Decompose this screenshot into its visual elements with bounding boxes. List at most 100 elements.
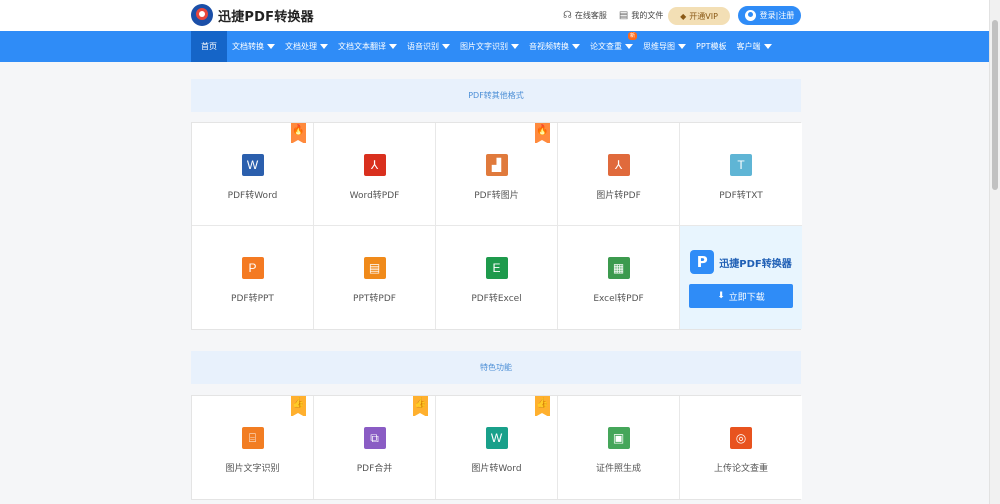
thumbs-up-icon: 👍: [535, 396, 550, 417]
nav-item-label: PPT模板: [696, 42, 727, 51]
app-logo-icon: P: [690, 250, 715, 274]
download-label: 立即下载: [728, 292, 765, 303]
nav-item-label: 音视频转换: [529, 42, 569, 51]
tool-tile-label: 图片文字识别: [225, 464, 280, 474]
download-button[interactable]: ⬇ 立即下载: [689, 284, 793, 308]
tool-tile[interactable]: ▦ Excel转PDF: [558, 226, 680, 329]
caret-down-icon: [267, 44, 275, 49]
tool-tile-label: PDF转图片: [474, 191, 519, 201]
nav-item-label: 论文查重: [590, 42, 622, 51]
tool-tile[interactable]: ⌸ 图片文字识别 👍: [192, 396, 314, 499]
tool-tile-label: 上传论文查重: [713, 464, 768, 474]
pdf-file-icon: ⅄: [363, 154, 386, 176]
nav-item-5[interactable]: 图片文字识别: [455, 31, 524, 62]
top-header: 迅捷PDF转换器 ☊ 在线客服 ▤ 我的文件 ◆ 开通VIP 登录|注册: [0, 0, 990, 31]
download-icon: ⬇: [717, 291, 725, 301]
tool-tile[interactable]: W PDF转Word 🔥: [192, 123, 314, 226]
online-service-label: 在线客服: [574, 11, 607, 20]
merge-icon: ⧉: [363, 427, 386, 449]
promo-logo-text: 迅捷PDF转换器: [719, 258, 792, 270]
excel-file-icon: E: [485, 257, 508, 279]
id-photo-icon: ▣: [607, 427, 630, 449]
tool-tile-label: PDF转Excel: [471, 294, 522, 304]
user-avatar-icon: [744, 10, 756, 21]
caret-down-icon: [625, 44, 633, 49]
nav-item-label: 思维导图: [643, 42, 675, 51]
nav-item-label: 文档处理: [285, 42, 317, 51]
ocr-icon: ⌸: [241, 427, 264, 449]
nav-item-1[interactable]: 文档转换: [227, 31, 280, 62]
nav-item-label: 首页: [201, 42, 217, 51]
diamond-icon: ◆: [680, 11, 687, 21]
tool-tile[interactable]: ⅄ Word转PDF: [314, 123, 436, 226]
tool-tile[interactable]: ▟ PDF转图片 🔥: [436, 123, 558, 226]
tool-tile[interactable]: ⅄ 图片转PDF: [558, 123, 680, 226]
caret-down-icon: [389, 44, 397, 49]
logo-mark-icon: [191, 4, 213, 26]
page-scrollbar[interactable]: [989, 0, 1000, 504]
pdf-file-icon: ⅄: [607, 154, 630, 176]
fire-icon: 🔥: [291, 123, 306, 144]
download-promo-tile: P 迅捷PDF转换器 ⬇ 立即下载: [680, 226, 802, 329]
nav-item-7[interactable]: 论文查重新: [585, 31, 638, 62]
tool-tile-label: 图片转PDF: [596, 191, 641, 201]
caret-down-icon: [678, 44, 686, 49]
tool-tile[interactable]: ▤ PPT转PDF: [314, 226, 436, 329]
tool-tile[interactable]: ◎ 上传论文查重: [680, 396, 802, 499]
header-links: ☊ 在线客服 ▤ 我的文件: [563, 0, 675, 31]
tool-tile[interactable]: ▣ 证件照生成: [558, 396, 680, 499]
ppt-pdf-file-icon: ▤: [363, 257, 386, 279]
nav-item-6[interactable]: 音视频转换: [524, 31, 585, 62]
tool-tile-label: PDF转PPT: [231, 294, 274, 304]
login-label: 登录|注册: [759, 11, 795, 20]
nav-item-2[interactable]: 文档处理: [280, 31, 333, 62]
fire-icon: 🔥: [535, 123, 550, 144]
tool-tile[interactable]: W 图片转Word 👍: [436, 396, 558, 499]
my-files-label: 我的文件: [631, 11, 664, 20]
tool-tile-label: Excel转PDF: [593, 294, 644, 304]
caret-down-icon: [320, 44, 328, 49]
nav-item-label: 图片文字识别: [460, 42, 508, 51]
tool-tile-label: PDF合并: [356, 464, 393, 474]
login-button[interactable]: 登录|注册: [738, 6, 801, 25]
nav-item-8[interactable]: 思维导图: [638, 31, 691, 62]
tool-tile[interactable]: E PDF转Excel: [436, 226, 558, 329]
txt-file-icon: T: [730, 154, 752, 176]
online-service-link[interactable]: ☊ 在线客服: [563, 10, 607, 21]
tool-tile[interactable]: T PDF转TXT: [680, 123, 802, 226]
thumbs-up-icon: 👍: [413, 396, 428, 417]
nav-item-label: 客户端: [736, 42, 761, 51]
logo-text: 迅捷PDF转换器: [218, 9, 314, 25]
tool-tile-label: PDF转Word: [227, 191, 278, 201]
nav-item-3[interactable]: 文档文本翻译: [333, 31, 402, 62]
nav-item-0[interactable]: 首页: [191, 31, 227, 62]
excel-pdf-file-icon: ▦: [607, 257, 630, 279]
tool-tile-label: 图片转Word: [471, 464, 522, 474]
nav-item-label: 语音识别: [407, 42, 439, 51]
nav-item-label: 文档转换: [232, 42, 264, 51]
pdf-convert-grid: W PDF转Word 🔥 ⅄ Word转PDF ▟ PDF转图片 🔥 ⅄ 图片转PDF T PDF转T…: [191, 122, 802, 330]
tool-tile[interactable]: P PDF转PPT: [192, 226, 314, 329]
caret-down-icon: [511, 44, 519, 49]
nav-item-9[interactable]: PPT模板: [691, 31, 732, 62]
caret-down-icon: [442, 44, 450, 49]
main-navbar: 首页 文档转换 文档处理 文档文本翻译 语音识别 图片文字识别 音视频转换 论文查重新思维导图…: [0, 31, 990, 62]
promo-logo: P 迅捷PDF转换器: [690, 250, 792, 274]
nav-menu: 首页 文档转换 文档处理 文档文本翻译 语音识别 图片文字识别 音视频转换 论文查重新思维导图…: [191, 31, 777, 62]
nav-item-10[interactable]: 客户端: [732, 31, 777, 62]
vip-button[interactable]: ◆ 开通VIP: [668, 7, 730, 25]
my-files-link[interactable]: ▤ 我的文件: [619, 10, 663, 21]
tool-tile[interactable]: ⧉ PDF合并 👍: [314, 396, 436, 499]
section-title-pdf-convert: PDF转其他格式: [191, 79, 801, 112]
features-grid: ⌸ 图片文字识别 👍 ⧉ PDF合并 👍 W 图片转Word 👍 ▣ 证件照生成 ◎ 上传论文查重: [191, 395, 802, 500]
new-badge: 新: [627, 32, 637, 40]
tool-tile-label: 证件照生成: [595, 464, 641, 474]
ppt-file-icon: P: [241, 257, 264, 279]
nav-item-4[interactable]: 语音识别: [402, 31, 455, 62]
site-logo[interactable]: 迅捷PDF转换器: [191, 4, 314, 26]
nav-item-label: 文档文本翻译: [338, 42, 386, 51]
section-title-features: 特色功能: [191, 351, 801, 384]
word-file-icon: W: [241, 154, 264, 176]
image-file-icon: ▟: [485, 154, 508, 176]
scrollbar-thumb[interactable]: [992, 20, 998, 190]
